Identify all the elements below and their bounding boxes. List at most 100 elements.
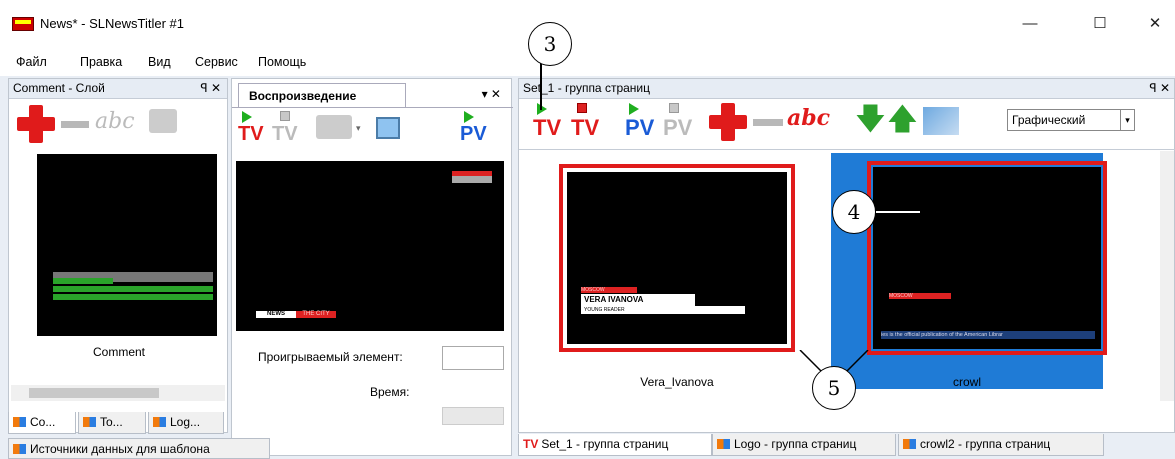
crawl-strip: ies is the official publication of the A… xyxy=(881,331,1095,339)
play-icon xyxy=(242,111,252,123)
stop-icon xyxy=(669,103,679,113)
tab-logo[interactable]: Logo - группа страниц xyxy=(712,434,896,456)
spell-icon[interactable]: abc xyxy=(787,105,830,131)
tv-stop-button[interactable]: TV xyxy=(272,123,298,146)
channel-logo xyxy=(452,171,492,183)
data-sources-tab[interactable]: Источники данных для шаблона xyxy=(8,438,270,459)
play-icon xyxy=(629,103,639,115)
callout-3: 3 xyxy=(528,22,572,66)
menu-help[interactable]: Помощь xyxy=(258,55,306,69)
menu-bar xyxy=(0,48,1175,76)
play-icon xyxy=(464,111,474,123)
menu-service[interactable]: Сервис xyxy=(195,55,238,69)
camera-icon[interactable] xyxy=(316,115,352,139)
selection-frame: MOSCOW ies is the official publication o… xyxy=(867,161,1107,355)
thumb-bar xyxy=(53,278,113,284)
pv-preview-button[interactable]: PV xyxy=(460,123,487,146)
horizontal-scrollbar[interactable] xyxy=(11,385,225,401)
tab-set1[interactable]: TV Set_1 - группа страниц xyxy=(518,434,712,456)
divider xyxy=(232,107,513,108)
layer-icon xyxy=(13,444,26,454)
tv-icon: TV xyxy=(523,437,539,451)
layer-icon xyxy=(83,417,96,427)
minimize-button[interactable]: — xyxy=(1010,10,1050,38)
city-tag: THE CITY xyxy=(296,311,336,318)
tab-label: Источники данных для шаблона xyxy=(30,442,210,456)
tab-to[interactable]: To... xyxy=(78,412,146,434)
thumb-bar xyxy=(53,294,213,300)
add-page-icon[interactable] xyxy=(709,103,747,141)
pin-close-icon[interactable]: ▾ ✕ xyxy=(482,87,501,101)
remove-page-icon[interactable] xyxy=(753,119,783,126)
sub-strip: YOUNG READER xyxy=(581,306,745,314)
chevron-down-icon[interactable]: ▾ xyxy=(356,123,361,134)
tv-on-air-button[interactable]: TV xyxy=(238,123,264,146)
pin-close-icon[interactable]: ꟼ ✕ xyxy=(200,81,221,95)
pin-close-icon[interactable]: ꟼ ✕ xyxy=(1149,81,1170,95)
move-down-icon[interactable]: 🡇 xyxy=(855,103,886,137)
divider xyxy=(519,149,1175,150)
scroll-thumb[interactable] xyxy=(29,388,159,398)
tab-log[interactable]: Log... xyxy=(148,412,224,434)
edit-page-icon[interactable] xyxy=(923,107,959,135)
page-preview: MOSCOW VERA IVANOVA YOUNG READER xyxy=(567,172,787,344)
name-strip: VERA IVANOVA xyxy=(581,294,695,306)
playback-preview: NEWS THE CITY xyxy=(236,161,504,331)
played-item-label: Проигрываемый элемент: xyxy=(258,350,403,364)
tab-label: Co... xyxy=(30,415,56,429)
pv-stop-button[interactable]: PV xyxy=(663,115,692,141)
time-label: Время: xyxy=(370,385,410,399)
menu-view[interactable]: Вид xyxy=(148,55,171,69)
close-button[interactable]: ✕ xyxy=(1135,10,1175,38)
move-up-icon[interactable]: 🡅 xyxy=(887,103,918,137)
layer-icon xyxy=(153,417,166,427)
mode-select[interactable]: Графический ▾ xyxy=(1007,109,1135,131)
page-thumbnail-vera[interactable]: MOSCOW VERA IVANOVA YOUNG READER xyxy=(559,164,795,352)
window-title: News* - SLNewsTitler #1 xyxy=(40,16,185,31)
callout-line xyxy=(540,60,542,110)
page-preview: MOSCOW ies is the official publication o… xyxy=(873,167,1101,349)
callout-line xyxy=(876,211,920,213)
stop-icon xyxy=(280,111,290,121)
app-icon xyxy=(12,17,34,31)
callout-4: 4 xyxy=(832,190,876,234)
remove-layer-icon[interactable] xyxy=(61,121,89,128)
tab-crowl2[interactable]: crowl2 - группа страниц xyxy=(898,434,1104,456)
page-label: Vera_Ivanova xyxy=(640,375,714,389)
image-icon[interactable] xyxy=(376,117,400,139)
layer-label: Comment xyxy=(92,345,145,359)
mode-select-value: Графический xyxy=(1012,113,1086,127)
tab-label: To... xyxy=(100,415,123,429)
location-tag: MOSCOW xyxy=(581,287,637,293)
tv-stop-button[interactable]: TV xyxy=(571,115,599,141)
vertical-scrollbar[interactable] xyxy=(1160,151,1174,401)
tab-label: Log... xyxy=(170,415,201,429)
layer-icon xyxy=(13,417,26,427)
playback-panel: Воспроизведение ▾ ✕ TV TV ▾ PV NEWS THE … xyxy=(231,78,513,456)
maximize-button[interactable]: ☐ xyxy=(1080,10,1120,38)
panel-title: Comment - Слой xyxy=(9,79,227,99)
chevron-down-icon[interactable]: ▾ xyxy=(1120,110,1134,130)
tab-label: Set_1 - группа страниц xyxy=(541,437,669,451)
news-badge: NEWS xyxy=(256,311,296,318)
menu-edit[interactable]: Правка xyxy=(80,55,122,69)
layer-icon xyxy=(717,439,730,449)
menu-file[interactable]: Файл xyxy=(16,55,47,69)
stop-icon xyxy=(577,103,587,113)
layer-thumbnail[interactable] xyxy=(37,154,217,336)
comment-layer-panel: Comment - Слой ꟼ ✕ abc Comment xyxy=(8,78,228,433)
time-field[interactable] xyxy=(442,407,504,425)
pv-preview-button[interactable]: PV xyxy=(625,115,654,141)
add-layer-icon[interactable] xyxy=(17,105,55,143)
edit-icon[interactable] xyxy=(149,109,177,133)
callout-5: 5 xyxy=(812,366,856,410)
tab-label: crowl2 - группа страниц xyxy=(920,437,1051,451)
tab-playback[interactable]: Воспроизведение xyxy=(238,83,406,107)
tab-comment[interactable]: Co... xyxy=(8,412,76,434)
panel-title: Set_1 - группа страниц xyxy=(519,79,1174,99)
location-tag: MOSCOW xyxy=(889,293,951,299)
tv-on-air-button[interactable]: TV xyxy=(533,115,561,141)
played-item-field[interactable] xyxy=(442,346,504,370)
spell-icon[interactable]: abc xyxy=(95,109,135,134)
tab-label: Logo - группа страниц xyxy=(734,437,857,451)
